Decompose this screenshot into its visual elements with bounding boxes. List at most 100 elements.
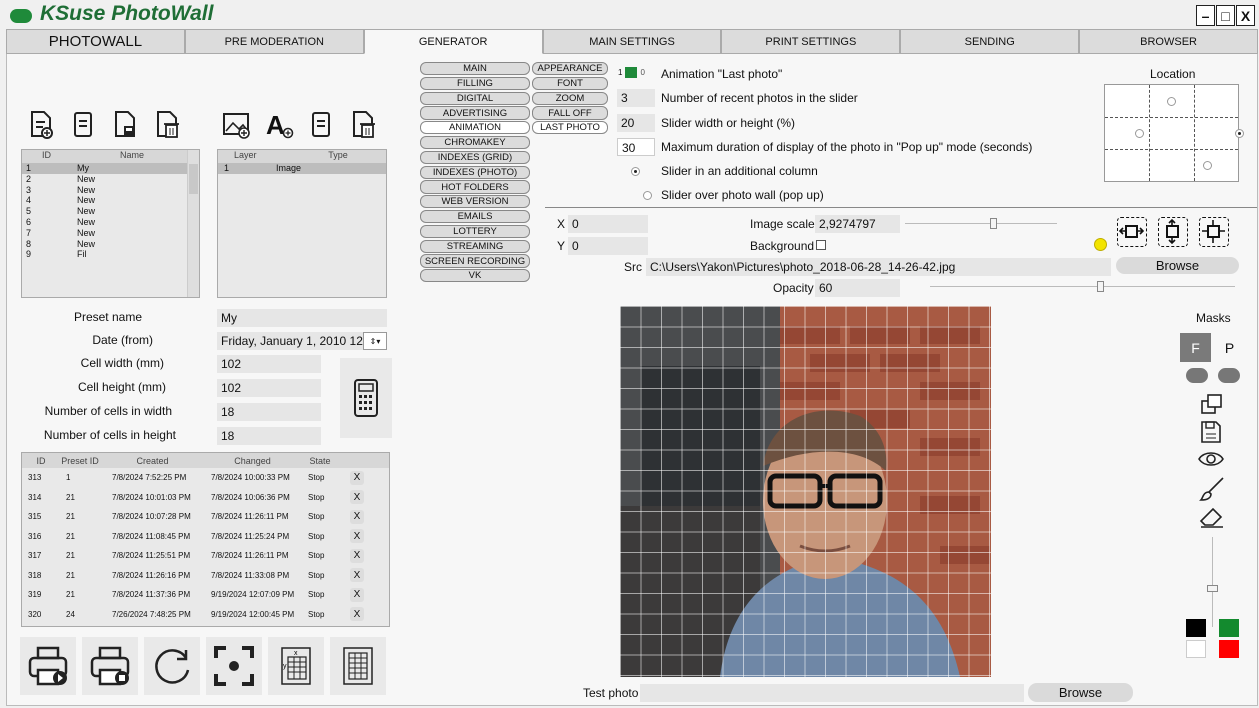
- section-indexes-photo[interactable]: INDEXES (PHOTO): [420, 165, 530, 179]
- section-advertising[interactable]: ADVERTISING: [420, 106, 530, 120]
- section-chromakey[interactable]: CHROMAKEY: [420, 135, 530, 150]
- subsection-appearance[interactable]: APPEARANCE: [532, 62, 608, 76]
- cells-height-input[interactable]: 18: [217, 427, 321, 445]
- section-filling[interactable]: FILLING: [420, 76, 530, 91]
- opacity-slider[interactable]: [930, 281, 1235, 292]
- delete-preset-icon[interactable]: [150, 108, 184, 142]
- slider-size-input[interactable]: 20: [617, 114, 655, 132]
- slider-popup-radio[interactable]: [643, 191, 653, 200]
- delete-row-button[interactable]: X: [350, 587, 364, 602]
- mask-copy-icon[interactable]: [1200, 393, 1224, 418]
- list-item[interactable]: 7 New: [22, 228, 199, 239]
- fit-all-icon[interactable]: [1199, 217, 1229, 247]
- test-photo-input[interactable]: [640, 684, 1024, 702]
- mask-shape-icon[interactable]: [1186, 368, 1208, 383]
- capture-frame-icon[interactable]: [206, 637, 262, 695]
- delete-row-button[interactable]: X: [350, 490, 364, 505]
- color-swatch-green[interactable]: [1219, 619, 1239, 637]
- section-screen-recording[interactable]: SCREEN RECORDING: [420, 254, 530, 268]
- mask-shape-icon[interactable]: [1218, 368, 1240, 383]
- list-item[interactable]: 3 New: [22, 185, 199, 196]
- cell-width-input[interactable]: 102: [217, 355, 321, 373]
- duration-input[interactable]: 30: [617, 138, 655, 156]
- table-row[interactable]: 316 21 7/8/2024 11:08:45 PM 7/8/2024 11:25:…: [22, 527, 389, 547]
- cell-height-input[interactable]: 102: [217, 379, 321, 397]
- mask-save-icon[interactable]: [1200, 420, 1222, 447]
- section-animation[interactable]: ANIMATION: [420, 121, 530, 135]
- section-lottery[interactable]: LOTTERY: [420, 224, 530, 239]
- color-swatch-white[interactable]: [1186, 640, 1206, 658]
- animation-toggle[interactable]: 1 0: [618, 67, 645, 78]
- add-image-layer-icon[interactable]: [220, 108, 254, 142]
- section-streaming[interactable]: STREAMING: [420, 239, 530, 253]
- tab-main-settings[interactable]: MAIN SETTINGS: [542, 29, 722, 54]
- date-spin-dropdown[interactable]: ⇕▾: [363, 332, 387, 350]
- print-play-icon[interactable]: [20, 637, 76, 695]
- tab-sending[interactable]: SENDING: [900, 29, 1080, 54]
- list-item[interactable]: 4 New: [22, 195, 199, 206]
- save-preset-icon[interactable]: [108, 108, 142, 142]
- mask-f-button[interactable]: F: [1180, 333, 1211, 362]
- list-item[interactable]: 8 New: [22, 239, 199, 250]
- maximize-button[interactable]: □: [1216, 5, 1235, 26]
- location-top-radio[interactable]: [1167, 97, 1176, 106]
- table-row[interactable]: 313 1 7/8/2024 7:52:25 PM 7/8/2024 10:00:33…: [22, 468, 389, 488]
- color-swatch-red[interactable]: [1219, 640, 1239, 658]
- location-left-radio[interactable]: [1135, 129, 1145, 138]
- tab-generator[interactable]: GENERATOR: [363, 29, 543, 54]
- add-preset-icon[interactable]: [24, 108, 58, 142]
- delete-row-button[interactable]: X: [350, 509, 364, 524]
- y-input[interactable]: 0: [568, 237, 648, 255]
- subsection-fall-off[interactable]: FALL OFF: [532, 106, 608, 120]
- refresh-icon[interactable]: [144, 637, 200, 695]
- location-selector[interactable]: [1104, 84, 1245, 182]
- delete-row-button[interactable]: X: [350, 607, 364, 622]
- list-item[interactable]: 1 My: [22, 163, 199, 174]
- add-text-layer-icon[interactable]: A: [262, 108, 296, 142]
- delete-layer-icon[interactable]: [346, 108, 380, 142]
- fit-height-icon[interactable]: [1158, 217, 1188, 247]
- color-swatch-black[interactable]: [1186, 619, 1206, 637]
- table-row[interactable]: 320 24 7/26/2024 7:48:25 PM 9/19/2024 12:00…: [22, 605, 389, 625]
- section-indexes-grid[interactable]: INDEXES (GRID): [420, 150, 530, 165]
- location-bottom-radio[interactable]: [1203, 161, 1213, 170]
- table-row[interactable]: 314 21 7/8/2024 10:01:03 PM 7/8/2024 10:06:…: [22, 488, 389, 508]
- opacity-input[interactable]: 60: [815, 279, 900, 297]
- table-row[interactable]: 317 21 7/8/2024 11:25:51 PM 7/8/2024 11:26:…: [22, 546, 389, 566]
- slider-thumb[interactable]: [990, 218, 997, 229]
- section-hot-folders[interactable]: HOT FOLDERS: [420, 180, 530, 194]
- subsection-last-photo[interactable]: LAST PHOTO: [532, 121, 608, 135]
- eye-icon[interactable]: [1198, 450, 1224, 471]
- close-button[interactable]: X: [1236, 5, 1255, 26]
- delete-row-button[interactable]: X: [350, 470, 364, 485]
- tab-photowall[interactable]: PHOTOWALL: [6, 29, 185, 54]
- brush-icon[interactable]: [1199, 476, 1225, 505]
- x-input[interactable]: 0: [568, 215, 648, 233]
- section-vk[interactable]: VK: [420, 269, 530, 283]
- table-row[interactable]: 318 21 7/8/2024 11:26:16 PM 7/8/2024 11:33:…: [22, 566, 389, 586]
- delete-row-button[interactable]: X: [350, 568, 364, 583]
- src-browse-button[interactable]: Browse: [1116, 257, 1239, 274]
- cells-width-input[interactable]: 18: [217, 403, 321, 421]
- section-emails[interactable]: EMAILS: [420, 209, 530, 224]
- fit-width-icon[interactable]: [1117, 217, 1147, 247]
- calculator-icon[interactable]: [340, 358, 392, 438]
- tab-pre-moderation[interactable]: PRE MODERATION: [184, 29, 364, 54]
- list-item[interactable]: 5 New: [22, 206, 199, 217]
- slider-column-radio[interactable]: [631, 167, 640, 176]
- table-document-icon[interactable]: [330, 637, 386, 695]
- slider-thumb[interactable]: [1097, 281, 1104, 292]
- subsection-zoom[interactable]: ZOOM: [532, 91, 608, 105]
- section-digital[interactable]: DIGITAL: [420, 91, 530, 105]
- date-from-input[interactable]: Friday, January 1, 2010 12:: [217, 332, 365, 350]
- recent-photos-input[interactable]: 3: [617, 89, 655, 107]
- section-main[interactable]: MAIN: [420, 62, 530, 76]
- brush-size-slider[interactable]: [1207, 537, 1218, 627]
- grid-xy-icon[interactable]: xy: [268, 637, 324, 695]
- test-photo-browse-button[interactable]: Browse: [1028, 683, 1133, 702]
- background-checkbox[interactable]: [816, 240, 826, 250]
- photo-preview[interactable]: [620, 306, 991, 677]
- image-scale-input[interactable]: 2,9274797: [815, 215, 900, 233]
- table-row[interactable]: 319 21 7/8/2024 11:37:36 PM 9/19/2024 12:07…: [22, 585, 389, 605]
- copy-layer-icon[interactable]: [304, 108, 338, 142]
